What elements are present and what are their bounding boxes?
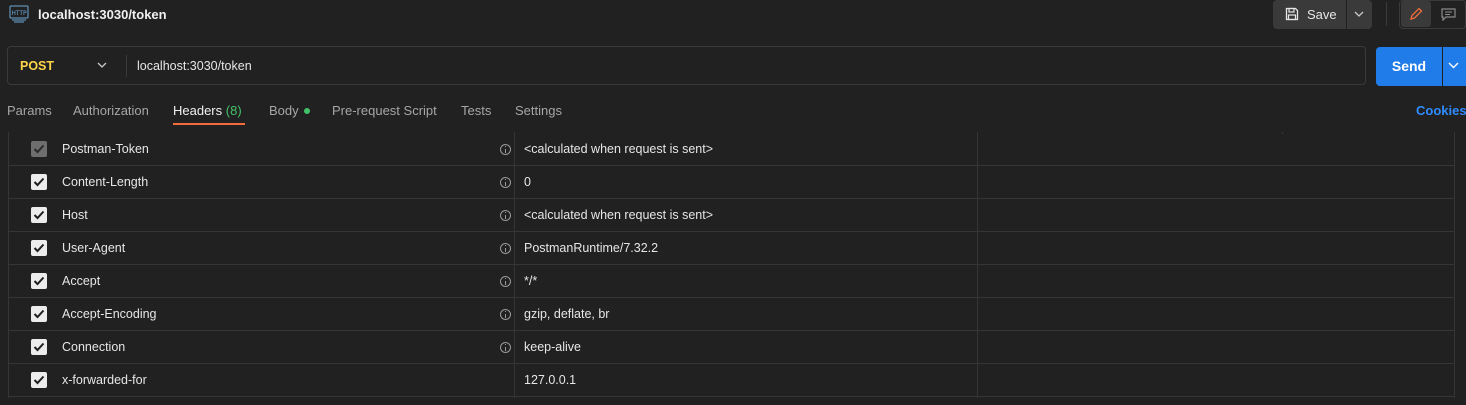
header-value[interactable]: gzip, deflate, br	[524, 307, 609, 321]
save-label: Save	[1307, 7, 1337, 22]
tab-settings[interactable]: Settings	[515, 103, 562, 118]
toolbar-divider	[1386, 2, 1387, 26]
table-row: Postman-Token <calculated when request i…	[8, 133, 1455, 166]
chevron-down-icon	[1354, 11, 1364, 17]
headers-count: (8)	[225, 103, 242, 118]
table-row: Accept-Encoding gzip, deflate, br	[8, 298, 1455, 331]
checkbox-icon[interactable]	[31, 174, 47, 190]
edit-icon	[1410, 7, 1423, 20]
header-value[interactable]: <calculated when request is sent>	[524, 142, 713, 156]
tab-label: Settings	[515, 103, 562, 118]
info-icon[interactable]	[500, 276, 511, 287]
table-row: Content-Length 0	[8, 166, 1455, 199]
header-key[interactable]: Accept	[62, 274, 100, 288]
info-icon[interactable]	[500, 243, 511, 254]
checkbox-icon[interactable]	[31, 141, 47, 157]
header-value[interactable]: PostmanRuntime/7.32.2	[524, 241, 658, 255]
chevron-down-icon	[1448, 62, 1459, 69]
header-key[interactable]: x-forwarded-for	[62, 373, 147, 387]
active-tab-indicator	[173, 123, 245, 125]
save-icon	[1285, 7, 1299, 21]
header-key[interactable]: Connection	[62, 340, 125, 354]
headers-table: Postman-Token <calculated when request i…	[8, 132, 1455, 398]
header-value[interactable]: 127.0.0.1	[524, 373, 576, 387]
url-bar: POST localhost:3030/token	[7, 46, 1366, 85]
table-row: User-Agent PostmanRuntime/7.32.2	[8, 232, 1455, 265]
table-row: x-forwarded-for 127.0.0.1	[8, 364, 1455, 397]
body-indicator-dot	[303, 107, 310, 114]
checkbox-icon[interactable]	[31, 306, 47, 322]
table-row: Accept */*	[8, 265, 1455, 298]
tab-label: Headers	[173, 103, 223, 118]
info-icon[interactable]	[500, 342, 511, 353]
checkbox-icon[interactable]	[31, 339, 47, 355]
tab-tests[interactable]: Tests	[461, 103, 491, 118]
header-key[interactable]: Postman-Token	[62, 142, 149, 156]
info-icon[interactable]	[500, 309, 511, 320]
tab-label: Params	[7, 103, 52, 118]
tab-params[interactable]: Params	[7, 103, 52, 118]
comment-icon	[1441, 8, 1456, 21]
url-input[interactable]: localhost:3030/token	[137, 59, 252, 73]
header-key[interactable]: Host	[62, 208, 88, 222]
checkbox-icon[interactable]	[31, 273, 47, 289]
send-button[interactable]: Send	[1376, 47, 1442, 86]
request-title[interactable]: localhost:3030/token	[38, 7, 167, 22]
send-options-button[interactable]	[1443, 47, 1466, 86]
comments-button[interactable]	[1436, 1, 1462, 27]
header-value[interactable]: */*	[524, 274, 537, 288]
tab-authorization[interactable]: Authorization	[73, 103, 149, 118]
cookies-link[interactable]: Cookies	[1416, 103, 1466, 118]
header-key[interactable]: User-Agent	[62, 241, 125, 255]
info-icon[interactable]	[500, 210, 511, 221]
method-select[interactable]: POST	[20, 59, 54, 73]
tab-pre-request-script[interactable]: Pre-request Script	[332, 103, 437, 118]
info-icon[interactable]	[500, 177, 511, 188]
edit-button[interactable]	[1401, 1, 1431, 27]
send-label: Send	[1391, 58, 1427, 74]
checkbox-icon[interactable]	[31, 207, 47, 223]
header-value[interactable]: <calculated when request is sent>	[524, 208, 713, 222]
header-key[interactable]: Accept-Encoding	[62, 307, 157, 321]
save-options-button[interactable]	[1347, 0, 1372, 29]
tab-label: Pre-request Script	[332, 103, 437, 118]
checkbox-icon[interactable]	[31, 372, 47, 388]
table-row: Host <calculated when request is sent>	[8, 199, 1455, 232]
save-button[interactable]: Save	[1273, 0, 1346, 29]
tab-body[interactable]: Body	[269, 103, 310, 118]
header-value[interactable]: keep-alive	[524, 340, 581, 354]
header-key[interactable]: Content-Length	[62, 175, 148, 189]
tab-label: Tests	[461, 103, 492, 118]
svg-text:HTTP: HTTP	[11, 10, 27, 17]
checkbox-icon[interactable]	[31, 240, 47, 256]
chevron-down-icon[interactable]	[97, 62, 107, 68]
http-icon: HTTP	[9, 5, 29, 23]
table-row: Connection keep-alive	[8, 331, 1455, 364]
tab-headers[interactable]: Headers (8)	[173, 103, 242, 118]
tab-label: Authorization	[73, 103, 149, 118]
request-header: HTTP localhost:3030/token Save	[0, 0, 1466, 30]
tab-label: Body	[269, 103, 299, 118]
info-icon[interactable]	[500, 144, 511, 155]
url-divider	[126, 55, 127, 77]
header-value[interactable]: 0	[524, 175, 531, 189]
